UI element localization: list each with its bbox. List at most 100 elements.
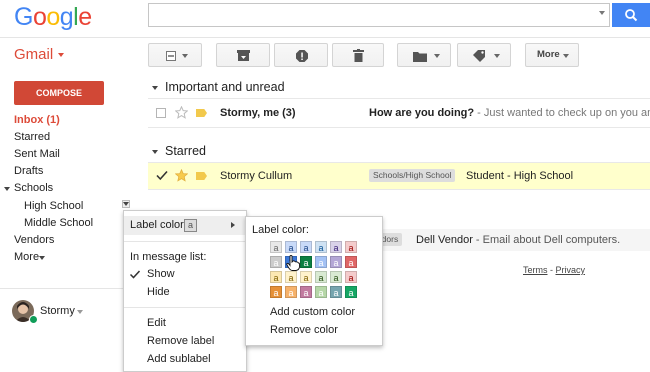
color-swatch[interactable]: a (330, 271, 342, 283)
checkmark-icon (130, 270, 140, 279)
color-swatch[interactable]: a (270, 271, 282, 283)
sidebar-item-more[interactable]: More (14, 251, 39, 263)
email-sender: Dell Vendor (416, 234, 473, 246)
table-row[interactable]: Stormy, me (3) How are you doing? - Just… (148, 99, 650, 127)
folder-icon (413, 52, 427, 62)
chevron-down-icon (182, 54, 188, 58)
collapse-schools-icon[interactable] (4, 187, 10, 191)
star-icon[interactable] (175, 169, 188, 182)
checkmark-icon[interactable] (156, 170, 168, 181)
email-sender: Stormy Cullum (220, 170, 293, 182)
row-divider (148, 127, 650, 128)
importance-marker-icon[interactable] (196, 172, 207, 180)
gmail-app-switcher[interactable]: Gmail (14, 46, 53, 63)
email-subject-line: How are you doing? - Just wanted to chec… (369, 107, 650, 119)
color-swatch[interactable]: a (345, 271, 357, 283)
color-swatch[interactable]: a (345, 286, 357, 298)
color-swatch[interactable]: a (345, 256, 357, 268)
collapse-section-icon[interactable] (152, 86, 158, 90)
color-swatch[interactable]: a (270, 256, 282, 268)
select-checkbox-button[interactable] (148, 43, 202, 67)
sidebar-item-inbox[interactable]: Inbox (1) (14, 114, 60, 126)
sidebar-item-vendors[interactable]: Vendors (14, 234, 54, 246)
label-color-preview: a (184, 219, 197, 232)
chevron-down-icon (434, 54, 440, 58)
color-swatch[interactable]: a (285, 241, 297, 253)
color-swatch[interactable]: a (300, 286, 312, 298)
color-swatch[interactable]: a (285, 271, 297, 283)
email-subject-line: Dell Vendor - Email about Dell computers… (416, 234, 620, 246)
email-sender: Stormy, me (3) (220, 107, 296, 119)
color-swatch[interactable]: a (300, 241, 312, 253)
sidebar-item-middle-school[interactable]: Middle School (24, 217, 93, 229)
footer-links: Terms - Privacy (523, 265, 585, 275)
color-swatch[interactable]: a (300, 256, 312, 268)
sidebar-item-drafts[interactable]: Drafts (14, 165, 43, 177)
color-swatch[interactable]: a (345, 241, 357, 253)
search-input[interactable] (148, 3, 610, 27)
star-icon[interactable] (175, 106, 188, 119)
move-to-button[interactable] (397, 43, 451, 67)
archive-button[interactable] (216, 43, 270, 67)
logo-letter: g (59, 3, 74, 31)
menu-item-edit[interactable]: Edit (147, 317, 166, 329)
add-custom-color[interactable]: Add custom color (270, 306, 355, 318)
google-logo[interactable]: Google (14, 3, 92, 32)
menu-item-label-color[interactable]: Label color a (124, 216, 246, 235)
menu-item-show[interactable]: Show (147, 268, 175, 280)
label-options-button[interactable] (122, 200, 130, 208)
labels-button[interactable] (457, 43, 511, 67)
search-icon (625, 9, 638, 22)
color-swatch[interactable]: a (270, 241, 282, 253)
trash-icon (353, 49, 364, 62)
color-swatch[interactable]: a (330, 286, 342, 298)
more-actions-button[interactable]: More (525, 43, 579, 67)
search-options-icon[interactable] (599, 11, 605, 15)
chevron-down-icon (77, 310, 83, 314)
online-status-icon (29, 315, 38, 324)
section-title-starred[interactable]: Starred (165, 144, 206, 158)
email-snippet: - Email about Dell computers. (472, 234, 621, 246)
privacy-link[interactable]: Privacy (556, 265, 586, 275)
menu-item-remove-label[interactable]: Remove label (147, 335, 214, 347)
color-swatch[interactable]: a (300, 271, 312, 283)
label-options-menu: Label color a In message list: Show Hide… (123, 210, 247, 372)
importance-marker-icon[interactable] (196, 109, 207, 117)
menu-separator (124, 241, 246, 242)
label-icon (473, 50, 485, 62)
search-button[interactable] (612, 3, 650, 27)
checkbox-icon (166, 51, 176, 61)
sidebar-item-starred[interactable]: Starred (14, 131, 50, 143)
hangouts-user-name[interactable]: Stormy (40, 305, 75, 317)
row-checkbox[interactable] (156, 108, 166, 118)
color-swatch[interactable]: a (285, 286, 297, 298)
color-swatch[interactable]: a (315, 241, 327, 253)
label-chip[interactable]: Schools/High School (369, 169, 456, 182)
menu-item-add-sublabel[interactable]: Add sublabel (147, 353, 211, 365)
logo-letter: e (78, 3, 92, 31)
sidebar-item-high-school[interactable]: High School (24, 200, 83, 212)
delete-button[interactable] (332, 43, 384, 67)
color-swatch-grid: aaaaaaaaaaaaaaaaaaaaaaaa (270, 241, 360, 301)
chevron-down-icon (494, 54, 500, 58)
collapse-section-icon[interactable] (152, 150, 158, 154)
report-spam-button[interactable] (274, 43, 328, 67)
color-swatch[interactable]: a (270, 286, 282, 298)
menu-item-hide[interactable]: Hide (147, 286, 170, 298)
section-title-important[interactable]: Important and unread (165, 80, 285, 94)
compose-button[interactable]: COMPOSE (14, 81, 104, 105)
table-row[interactable]: Stormy Cullum Schools/High School Studen… (148, 163, 650, 189)
terms-link[interactable]: Terms (523, 265, 548, 275)
sidebar-item-sent-mail[interactable]: Sent Mail (14, 148, 60, 160)
color-swatch[interactable]: a (315, 286, 327, 298)
color-swatch[interactable]: a (315, 256, 327, 268)
sidebar-item-schools[interactable]: Schools (14, 182, 53, 194)
spam-icon (296, 50, 308, 62)
color-swatch[interactable]: a (330, 256, 342, 268)
remove-color[interactable]: Remove color (270, 324, 338, 336)
menu-section-label: In message list: (130, 251, 207, 263)
hand-cursor-icon (286, 255, 300, 271)
menu-separator (124, 307, 246, 308)
color-swatch[interactable]: a (330, 241, 342, 253)
color-swatch[interactable]: a (315, 271, 327, 283)
